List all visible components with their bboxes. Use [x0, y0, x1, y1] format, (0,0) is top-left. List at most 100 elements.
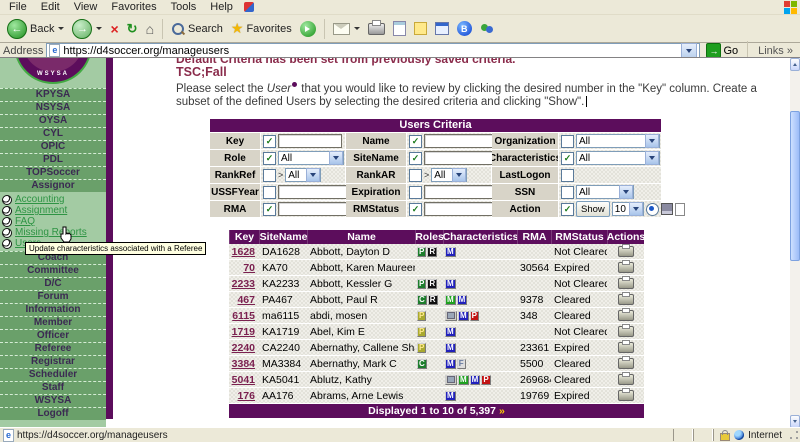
print-row-icon[interactable]: [618, 262, 634, 273]
sidebar-item-member[interactable]: Member: [0, 316, 106, 329]
print-row-icon[interactable]: [618, 358, 634, 369]
print-row-icon[interactable]: [618, 278, 634, 289]
print-row-icon[interactable]: [618, 390, 634, 401]
links-overflow-icon[interactable]: »: [787, 45, 793, 57]
sidebar-link-accounting[interactable]: Accounting: [15, 194, 64, 205]
action-checkbox[interactable]: ✓: [561, 203, 574, 216]
role-select[interactable]: All: [278, 151, 344, 165]
menu-favorites[interactable]: Favorites: [104, 1, 163, 13]
menu-edit[interactable]: Edit: [34, 1, 67, 13]
sidebar-item-logoff[interactable]: Logoff: [0, 407, 106, 420]
sidebar-item-wsysa[interactable]: WSYSA: [0, 394, 106, 407]
print-row-icon[interactable]: [618, 246, 634, 257]
bluetooth-button[interactable]: B: [454, 20, 475, 37]
rankar-select[interactable]: All: [431, 168, 467, 182]
sidebar-item-referee[interactable]: Referee: [0, 342, 106, 355]
sidebar-item-information[interactable]: Information: [0, 303, 106, 316]
characteristics-select[interactable]: All: [576, 151, 660, 165]
print-row-icon[interactable]: [618, 342, 634, 353]
forward-button[interactable]: →: [69, 18, 105, 40]
rmstatus-checkbox[interactable]: ✓: [409, 203, 422, 216]
key-link[interactable]: 5041: [232, 374, 255, 386]
rankar-checkbox[interactable]: [409, 169, 422, 182]
menu-file[interactable]: File: [2, 1, 34, 13]
characteristics-select-arrow-icon[interactable]: [645, 151, 659, 165]
sidebar-item-pdl[interactable]: PDL: [0, 153, 106, 166]
print-row-icon[interactable]: [618, 374, 634, 385]
sidebar-item-oysa[interactable]: OYSA: [0, 114, 106, 127]
window-tool-button[interactable]: [432, 21, 452, 36]
characteristics-checkbox[interactable]: ✓: [561, 152, 574, 165]
menu-help[interactable]: Help: [203, 1, 240, 13]
print-row-icon[interactable]: [618, 294, 634, 305]
display-radio[interactable]: [646, 203, 659, 216]
expiration-checkbox[interactable]: [409, 186, 422, 199]
key-input[interactable]: [278, 134, 342, 148]
key-link[interactable]: 1719: [232, 326, 255, 338]
column-header-key[interactable]: Key: [229, 230, 259, 244]
column-header-roles[interactable]: Roles: [415, 230, 443, 244]
key-link[interactable]: 6115: [232, 310, 255, 322]
sidebar-item-forum[interactable]: Forum: [0, 290, 106, 303]
show-button[interactable]: Show: [576, 201, 610, 217]
print-button[interactable]: [365, 22, 388, 36]
column-header-sitename[interactable]: SiteName: [259, 230, 307, 244]
role-checkbox[interactable]: ✓: [263, 152, 276, 165]
go-button[interactable]: → Go: [703, 43, 741, 58]
key-checkbox[interactable]: ✓: [263, 135, 276, 148]
page-size-select-arrow-icon[interactable]: [629, 202, 643, 216]
sidebar-item-registrar[interactable]: Registrar: [0, 355, 106, 368]
sitename-checkbox[interactable]: ✓: [409, 152, 422, 165]
ssn-select[interactable]: All: [576, 185, 634, 199]
sidebar-item-kpysa[interactable]: KPYSA: [0, 88, 106, 101]
stop-button[interactable]: ×: [107, 21, 121, 37]
menu-tools[interactable]: Tools: [164, 1, 204, 13]
name-input[interactable]: [424, 134, 494, 148]
ssn-select-arrow-icon[interactable]: [619, 185, 633, 199]
menu-addon-icon[interactable]: [244, 2, 254, 12]
resize-grip[interactable]: [788, 429, 800, 441]
organization-select-arrow-icon[interactable]: [645, 134, 659, 148]
sidebar-item-d-c[interactable]: D/C: [0, 277, 106, 290]
help-icon[interactable]: [292, 82, 297, 87]
sidebar-item-officer[interactable]: Officer: [0, 329, 106, 342]
sitename-input[interactable]: [424, 151, 494, 165]
sidebar-item-scheduler[interactable]: Scheduler: [0, 368, 106, 381]
sidebar-item-assignor[interactable]: Assignor: [0, 179, 106, 192]
sidebar-link-assignment[interactable]: Assignment: [15, 205, 67, 216]
vertical-scrollbar[interactable]: [790, 58, 800, 428]
media-button[interactable]: [297, 20, 319, 38]
refresh-button[interactable]: ↻: [124, 20, 141, 38]
rankar-select-arrow-icon[interactable]: [452, 168, 466, 182]
rankref-select[interactable]: All: [285, 168, 321, 182]
favorites-button[interactable]: ★ Favorites: [228, 19, 295, 38]
column-header-rmstatus[interactable]: RMStatus: [551, 230, 607, 244]
key-link[interactable]: 2233: [232, 278, 255, 290]
organization-checkbox[interactable]: [561, 135, 574, 148]
sidebar-item-staff[interactable]: Staff: [0, 381, 106, 394]
edit-button[interactable]: [390, 20, 409, 37]
column-header-characteristics[interactable]: Characteristics: [443, 230, 517, 244]
column-header-actions[interactable]: Actions: [607, 230, 644, 244]
address-dropdown-icon[interactable]: [681, 43, 697, 58]
rma-input[interactable]: [278, 202, 350, 216]
sidebar-item-topsoccer[interactable]: TOPSoccer: [0, 166, 106, 179]
print-row-icon[interactable]: [618, 310, 634, 321]
sidebar-link-missing-reports[interactable]: Missing Reports: [15, 227, 87, 238]
save-criteria-icon[interactable]: [661, 203, 673, 215]
scrollbar-thumb[interactable]: [790, 111, 800, 261]
next-page-icon[interactable]: »: [499, 405, 505, 417]
mail-dropdown-icon[interactable]: [354, 27, 360, 30]
forward-dropdown-icon[interactable]: [96, 27, 102, 30]
print-row-icon[interactable]: [618, 326, 634, 337]
role-select-arrow-icon[interactable]: [329, 151, 343, 165]
sidebar-link-faq[interactable]: FAQ: [15, 216, 35, 227]
search-button[interactable]: Search: [168, 21, 226, 37]
key-link[interactable]: 70: [243, 262, 255, 274]
menu-view[interactable]: View: [67, 1, 105, 13]
page-size-select[interactable]: 10: [612, 202, 644, 216]
sidebar-item-cyl[interactable]: CYL: [0, 127, 106, 140]
home-button[interactable]: ⌂: [143, 20, 157, 38]
mail-button[interactable]: [330, 22, 363, 36]
key-link[interactable]: 3384: [232, 358, 255, 370]
